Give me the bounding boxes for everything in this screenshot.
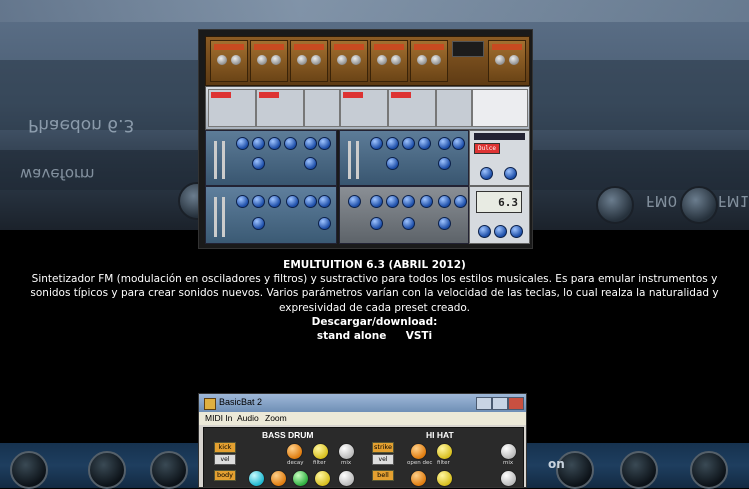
knob-icon [88,451,126,489]
background-band [0,0,749,22]
download-label: Descargar/download: [311,315,438,328]
kick-tag[interactable]: kick [214,442,236,453]
filter-knob[interactable] [312,443,329,460]
ghost-label: waveform [20,165,95,183]
basicbat-screenshot[interactable]: BasicBat 2 MIDI In Audio Zoom BASS DRUM … [198,393,527,488]
lfo-1-panel [205,130,337,186]
menu-zoom[interactable]: Zoom [265,413,287,423]
knob-label: decay [287,460,304,466]
bell-tag[interactable]: bell [372,470,394,481]
fx-module [250,40,288,82]
knob-icon [690,451,728,489]
knob[interactable] [338,470,355,487]
modulation-block [436,89,472,127]
velocity-select[interactable]: vel [214,454,236,465]
knob-label: filter [313,460,326,466]
knob-icon [620,451,658,489]
ghost-label: Phaedon 6.3 [28,115,135,135]
modulation-block [304,89,340,127]
menu-bar: MIDI In Audio Zoom [199,412,526,425]
fx-module [370,40,408,82]
knob[interactable] [314,470,331,487]
ghost-label: FM0 [646,192,678,210]
knob[interactable] [248,470,265,487]
minimize-icon[interactable] [476,397,492,410]
window-title: BasicBat 2 [219,397,263,407]
product-description: EMULTUITION 6.3 (ABRIL 2012) Sintetizado… [0,258,749,343]
knob[interactable] [500,470,517,487]
knob-label: mix [341,460,352,466]
maximize-icon[interactable] [492,397,508,410]
knob-icon [150,451,188,489]
fx-module [410,40,448,82]
version-badge: 6.3 [476,191,522,213]
logo-block [472,89,528,127]
section-title: HI HAT [426,430,454,440]
knob[interactable] [292,470,309,487]
ghost-knob-icon [596,186,634,224]
emultuition-screenshot[interactable]: Dulce 6.3 [198,29,533,249]
download-vsti-link[interactable]: VSTi [406,330,432,342]
open-decay-knob[interactable] [410,443,427,460]
env-1-panel [205,186,337,244]
velocity-select[interactable]: vel [372,454,394,465]
knob[interactable] [436,470,453,487]
preset-name[interactable]: Dulce [474,143,500,154]
product-title: EMULTUITION 6.3 (ABRIL 2012) [283,259,466,271]
menu-audio[interactable]: Audio [237,413,259,423]
ghost-label: FM1 [718,192,749,210]
knob[interactable] [270,470,287,487]
mix-knob[interactable] [338,443,355,460]
window-titlebar: BasicBat 2 [199,394,526,412]
lfo-2-panel [339,130,469,186]
osc-block [208,89,256,127]
env-2-panel [339,186,469,244]
fx-module [488,40,526,82]
strike-tag[interactable]: strike [372,442,394,453]
download-standalone-link[interactable]: stand alone [317,330,387,342]
osc-block [340,89,388,127]
program-panel[interactable]: Dulce [469,130,530,186]
download-links: stand alone VSTi [0,329,749,343]
section-title: BASS DRUM [262,430,314,440]
knob[interactable] [410,470,427,487]
fx-module [330,40,368,82]
background-label: on [548,457,565,471]
menu-midi-in[interactable]: MIDI In [205,413,232,423]
close-icon[interactable] [508,397,524,410]
product-body: Sintetizador FM (modulación en oscilador… [30,273,719,314]
mix-knob[interactable] [500,443,517,460]
fx-module [210,40,248,82]
drum-panel: BASS DRUM HI HAT kick vel decay filter m… [203,427,524,487]
ghost-knob-icon [680,186,718,224]
knob-label: filter [437,460,450,466]
osc-block [256,89,304,127]
knob-label: mix [503,460,514,466]
fx-display [452,41,484,57]
app-icon [204,398,216,410]
knob-label: open dec [407,460,433,466]
fx-module [290,40,328,82]
osc-block [388,89,436,127]
decay-knob[interactable] [286,443,303,460]
effects-row [205,36,530,86]
oscillator-row [205,86,530,130]
filter-knob[interactable] [436,443,453,460]
version-panel: 6.3 [469,186,530,244]
body-tag[interactable]: body [214,470,236,481]
knob-icon [10,451,48,489]
